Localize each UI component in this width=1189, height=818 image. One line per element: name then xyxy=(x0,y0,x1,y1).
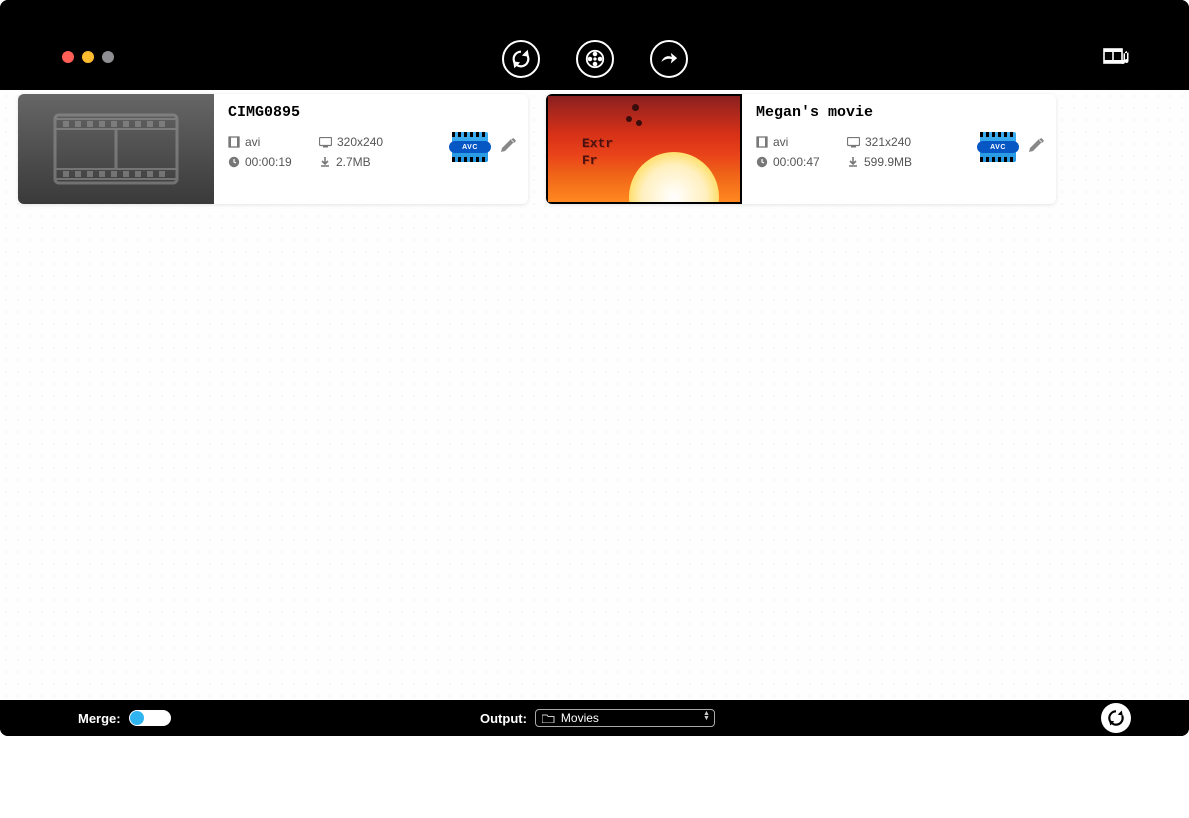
codec-badge[interactable]: AVC xyxy=(980,132,1016,162)
card-actions: AVC xyxy=(980,132,1046,162)
refresh-icon xyxy=(510,48,532,70)
output-value: Movies xyxy=(561,711,599,725)
video-card[interactable]: Extr Fr Megan's movie avi 321x240 xyxy=(546,94,1056,204)
video-format: avi xyxy=(228,135,313,149)
folder-icon xyxy=(542,713,555,723)
film-icon xyxy=(756,136,768,148)
pencil-icon xyxy=(1026,135,1046,155)
minimize-window-button[interactable] xyxy=(82,51,94,63)
edit-button[interactable] xyxy=(1026,135,1046,160)
video-resolution: 320x240 xyxy=(319,135,429,149)
codec-label: AVC xyxy=(449,141,491,153)
resolution-value: 321x240 xyxy=(865,135,911,149)
select-arrows-icon: ▲▼ xyxy=(703,711,710,721)
edit-button[interactable] xyxy=(498,135,518,160)
toolbar xyxy=(502,40,688,78)
clock-icon xyxy=(756,156,768,168)
refresh-button[interactable] xyxy=(502,40,540,78)
export-button[interactable] xyxy=(650,40,688,78)
video-size: 599.9MB xyxy=(847,155,957,169)
toggle-knob xyxy=(130,711,144,725)
duration-value: 00:00:47 xyxy=(773,155,820,169)
merge-control: Merge: xyxy=(78,710,171,726)
size-value: 599.9MB xyxy=(864,155,912,169)
video-thumbnail: Extr Fr xyxy=(546,94,742,204)
merge-toggle[interactable] xyxy=(129,710,171,726)
card-actions: AVC xyxy=(452,132,518,162)
resolution-value: 320x240 xyxy=(337,135,383,149)
pencil-icon xyxy=(498,135,518,155)
video-title: CIMG0895 xyxy=(228,104,516,121)
display-icon xyxy=(319,137,332,148)
thumb-text: Extr Fr xyxy=(582,136,613,170)
video-card-body: Megan's movie avi 321x240 00:00:47 xyxy=(742,94,1056,204)
format-value: avi xyxy=(245,135,260,149)
film-icon xyxy=(228,136,240,148)
video-card[interactable]: CIMG0895 avi 320x240 00:00:19 xyxy=(18,94,528,204)
output-label: Output: xyxy=(480,711,527,726)
output-control: Output: Movies ▲▼ xyxy=(480,709,715,727)
zoom-window-button[interactable] xyxy=(102,51,114,63)
video-size: 2.7MB xyxy=(319,155,429,169)
video-card-body: CIMG0895 avi 320x240 00:00:19 xyxy=(214,94,528,204)
app-window: CIMG0895 avi 320x240 00:00:19 xyxy=(0,0,1189,736)
format-value: avi xyxy=(773,135,788,149)
convert-icon xyxy=(1106,708,1126,728)
merge-label: Merge: xyxy=(78,711,121,726)
video-list: CIMG0895 avi 320x240 00:00:19 xyxy=(0,90,1189,700)
window-controls xyxy=(62,51,114,63)
codec-badge[interactable]: AVC xyxy=(452,132,488,162)
bottombar: Merge: Output: Movies ▲▼ xyxy=(0,700,1189,736)
film-reel-icon xyxy=(584,48,606,70)
video-duration: 00:00:47 xyxy=(756,155,841,169)
video-duration: 00:00:19 xyxy=(228,155,313,169)
film-placeholder-icon xyxy=(51,111,181,187)
titlebar xyxy=(0,0,1189,90)
video-title: Megan's movie xyxy=(756,104,1044,121)
download-icon xyxy=(847,156,859,168)
convert-button[interactable] xyxy=(1101,703,1131,733)
video-resolution: 321x240 xyxy=(847,135,957,149)
download-icon xyxy=(319,156,331,168)
size-value: 2.7MB xyxy=(336,155,371,169)
video-thumbnail xyxy=(18,94,214,204)
output-folder-select[interactable]: Movies ▲▼ xyxy=(535,709,715,727)
dvd-button[interactable] xyxy=(576,40,614,78)
codec-label: AVC xyxy=(977,141,1019,153)
clock-icon xyxy=(228,156,240,168)
duration-value: 00:00:19 xyxy=(245,155,292,169)
close-window-button[interactable] xyxy=(62,51,74,63)
display-icon xyxy=(847,137,860,148)
filmstrip-music-icon xyxy=(1103,46,1131,70)
media-list-button[interactable] xyxy=(1103,46,1131,75)
video-format: avi xyxy=(756,135,841,149)
share-icon xyxy=(659,49,679,69)
